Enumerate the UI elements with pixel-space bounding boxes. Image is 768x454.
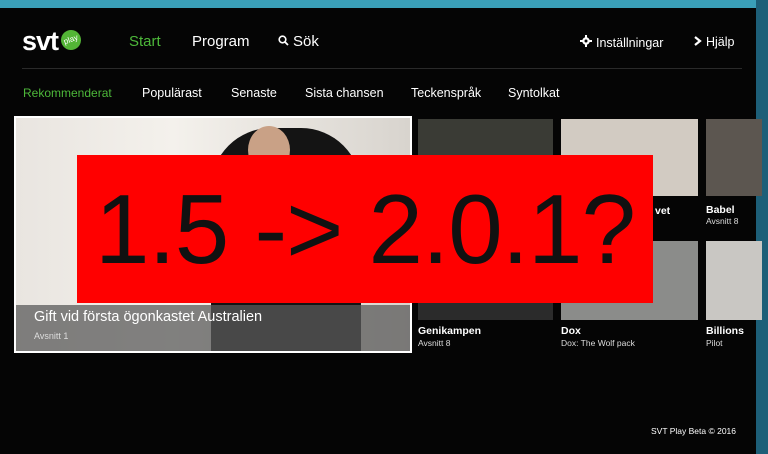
footer-copyright: SVT Play Beta © 2016 <box>651 426 737 436</box>
nav-settings-label: Inställningar <box>596 36 664 50</box>
nav-help-label: Hjälp <box>706 35 735 49</box>
subnav-senaste[interactable]: Senaste <box>231 86 277 100</box>
top-accent-bar <box>0 0 768 8</box>
gear-icon <box>580 35 592 50</box>
version-overlay-text: 1.5 -> 2.0.1? <box>94 173 636 284</box>
tile-subtitle: Avsnitt 8 <box>706 216 739 226</box>
subnav-syntolkat[interactable]: Syntolkat <box>508 86 559 100</box>
svt-play-logo[interactable]: svt play <box>22 26 84 57</box>
nav-start[interactable]: Start <box>129 33 161 50</box>
subnav-rekommenderat[interactable]: Rekommenderat <box>23 86 112 100</box>
nav-help[interactable]: Hjälp <box>694 35 735 49</box>
logo-play-badge: play <box>58 26 84 53</box>
version-overlay-banner: 1.5 -> 2.0.1? <box>77 155 653 303</box>
logo-text: svt <box>22 26 59 56</box>
header-divider <box>22 68 742 69</box>
nav-search-label: Sök <box>293 33 319 50</box>
tile-subtitle: Dox: The Wolf pack <box>561 338 635 348</box>
nav-settings[interactable]: Inställningar <box>580 35 663 50</box>
hero-caption: Gift vid första ögonkastet Australien Av… <box>16 305 410 351</box>
hero-title: Gift vid första ögonkastet Australien <box>34 309 263 325</box>
program-tile-billions[interactable] <box>706 241 762 320</box>
tile-subtitle: Pilot <box>706 338 723 348</box>
subnav-sista-chansen[interactable]: Sista chansen <box>305 86 384 100</box>
tile-title: Dox <box>561 325 581 337</box>
tile-title: Billions <box>706 325 744 337</box>
hero-subtitle: Avsnitt 1 <box>34 331 69 341</box>
program-tile-babel[interactable] <box>706 119 762 196</box>
chevron-right-icon <box>694 35 702 49</box>
tile-title-partial: vet <box>655 205 671 217</box>
nav-search[interactable]: Sök <box>278 33 319 50</box>
tile-title: Genikampen <box>418 325 482 337</box>
nav-program[interactable]: Program <box>192 33 250 50</box>
tile-subtitle: Avsnitt 8 <box>418 338 451 348</box>
right-edge-bar <box>756 0 768 454</box>
search-icon <box>278 33 289 50</box>
subnav-popularast[interactable]: Populärast <box>142 86 202 100</box>
tile-title: Babel <box>706 204 735 216</box>
subnav-teckensprak[interactable]: Teckenspråk <box>411 86 481 100</box>
